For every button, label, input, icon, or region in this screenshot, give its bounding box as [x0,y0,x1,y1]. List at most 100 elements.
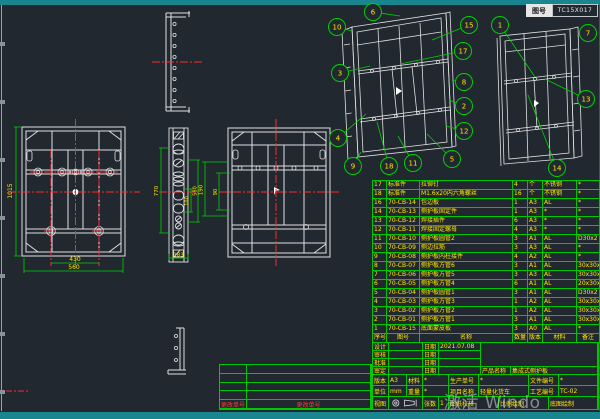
balloon-number: 11 [409,160,418,168]
bom-cell: AL [543,298,577,307]
file-no-label: 文件编号 [529,375,559,386]
dim-back-outer: 190 [199,184,205,195]
bom-cell: 侧护板圆管2 [420,235,513,244]
iso-view-left [342,12,456,161]
bom-cell: 侧护板方管3 [420,298,513,307]
balloon-number: 17 [459,48,468,56]
bom-cell: 4 [373,298,387,307]
projection-symbol-cell [389,397,423,410]
bom-cell: 3 [513,289,528,298]
bom-cell: * [543,226,577,235]
change-cell [220,383,247,392]
unit-label: 单位 [373,386,389,397]
bom-cell: * [577,217,600,226]
change-cell [247,365,371,374]
product-name-label: 产品名称 [481,367,511,375]
bom-cell: 16 [373,199,387,208]
bom-cell: 拉铆钉 [420,181,513,190]
bom-cell: 11 [373,235,387,244]
bom-cell: A2 [528,253,543,262]
drawing-number-label: 图号 [526,4,552,17]
bom-cell: 2 [373,316,387,325]
part-balloons: 6101517382124918115171314 [329,4,597,177]
bom-cell: * [577,226,600,235]
change-cell [220,374,247,383]
bom-cell: 6 [513,280,528,289]
balloon-number: 8 [462,79,466,87]
bom-cell: 标准件 [387,190,420,199]
process-no-value: TC-02 [559,386,598,397]
bom-cell: AL [543,316,577,325]
bom-cell: 8 [373,262,387,271]
bom-cell: 标准件 [387,181,420,190]
windows-activation-watermark: 激活 Windo [444,388,541,413]
bom-cell: 70-CB-08 [387,253,420,262]
drawing-number-value: TC15X017 [552,4,598,17]
bom-cell: AL [543,289,577,298]
bom-cell: A0 [528,325,543,334]
dim-front-height: 1015 [7,183,14,198]
bom-cell: 侧边拉筋 [420,244,513,253]
dim-front-outer-width: 560 [68,264,80,271]
date-value: 2021.07.08 [439,343,481,351]
bom-cell: 70-CB-02 [387,307,420,316]
balloon-number: 13 [582,96,591,104]
bom-cell: 5 [373,289,387,298]
sig-label: 审核 [373,351,389,359]
balloon-number: 3 [338,70,342,78]
sig-label: 设计 [373,343,389,351]
bom-cell: A1 [528,262,543,271]
bom-cell: A3 [528,217,543,226]
bom-cell: 4 [513,181,528,190]
bom-cell: 不锈钢 [543,181,577,190]
bottom-section-view [168,328,186,374]
bom-cell: 20x30x2 [577,280,600,289]
version-label: 版本 [373,375,389,386]
bom-cell: 30x30x2 [577,298,600,307]
cad-viewport[interactable]: 1015 430 560 770 100 580 1 [0,0,600,419]
date-label: 日期 [423,359,439,367]
bom-cell: A3 [528,271,543,280]
bom-grid: 17标准件拉铆钉4个不锈钢*18标准件M1.6x20内六角螺丝16个不锈钢*16… [373,181,600,343]
back-view-centerlines [219,119,340,266]
material-label: 材料 [407,375,423,386]
dim-back-inner: 90 [213,189,219,195]
bom-cell: AL [543,307,577,316]
bom-cell: 70-CB-14 [387,199,420,208]
bom-cell: 1 [373,325,387,334]
change-cell [220,391,247,400]
bom-table: 17标准件拉铆钉4个不锈钢*18标准件M1.6x20内六角螺丝16个不锈钢*16… [372,180,600,343]
bom-cell: 70-CB-12 [387,217,420,226]
bom-cell: 30x30x2 [577,307,600,316]
bom-cell: A3 [528,244,543,253]
bom-cell: 7 [373,271,387,280]
bom-cell: 侧护板内柱接件 [420,253,513,262]
bom-cell: 30x30x2 [577,262,600,271]
dim-front-inner-width: 430 [69,256,81,263]
bom-cell: 侧护板方管1 [420,316,513,325]
bom-cell: 焊接固定螺母 [420,226,513,235]
bom-cell: 70-CB-11 [387,226,420,235]
version-value: A3 [389,375,407,386]
bom-cell: * [543,217,577,226]
bom-cell: 70-CB-01 [387,316,420,325]
bom-cell: 3 [373,307,387,316]
balloon-number: 7 [586,30,590,38]
bom-cell: A1 [528,235,543,244]
sig-blank [389,343,423,351]
bom-cell: AL [543,199,577,208]
bom-cell: 30x30x2 [577,316,600,325]
bom-cell: 6 [513,217,528,226]
balloon-number: 9 [351,163,355,171]
bom-cell: 3 [513,262,528,271]
bom-cell: * [577,253,600,262]
balloon-number: 14 [553,165,562,173]
bom-cell: 13 [373,217,387,226]
bom-cell: 70-CB-07 [387,262,420,271]
drawing-number-block: 图号 TC15X017 [526,4,598,17]
sig-label: 审定 [373,367,389,375]
bom-cell: AL [543,253,577,262]
bom-cell: AL [543,235,577,244]
bom-cell: A3 [528,199,543,208]
change-cell [247,383,371,392]
